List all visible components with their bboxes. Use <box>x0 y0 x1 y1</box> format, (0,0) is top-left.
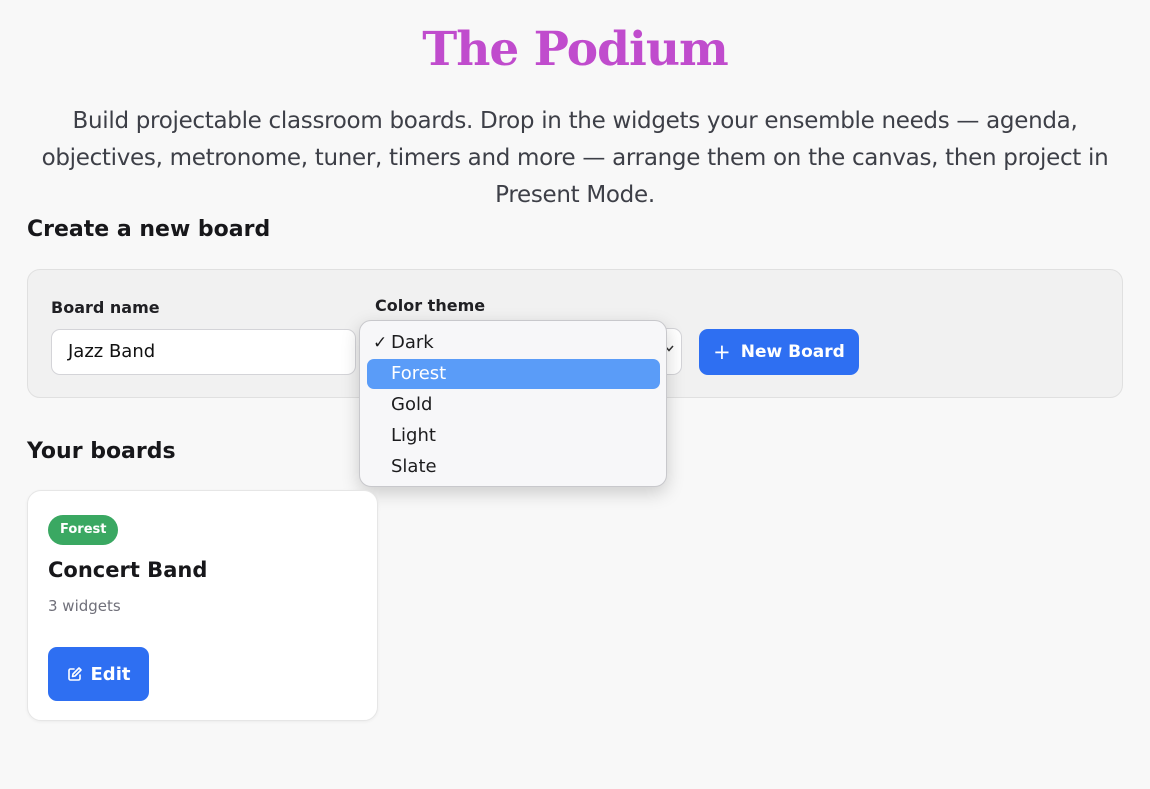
theme-option-label: Dark <box>391 332 434 353</box>
theme-option-label: Forest <box>391 363 447 384</box>
app-title: The Podium <box>422 22 728 77</box>
board-name-label: Board name <box>51 298 160 317</box>
color-theme-label: Color theme <box>375 296 486 315</box>
plus-icon: + <box>713 339 731 364</box>
edit-board-button[interactable]: Edit <box>48 647 149 701</box>
theme-option-forest[interactable]: Forest <box>367 359 660 389</box>
color-theme-dropdown: ✓ Dark Forest Gold Light Slate <box>359 320 667 487</box>
board-name-input[interactable]: Jazz Band <box>51 329 356 375</box>
app-description: Build projectable classroom boards. Drop… <box>41 108 1109 208</box>
theme-badge: Forest <box>48 515 119 545</box>
theme-option-light[interactable]: Light <box>367 421 660 451</box>
theme-option-slate[interactable]: Slate <box>367 452 660 482</box>
widget-count: 3 widgets <box>48 597 121 615</box>
new-board-button-label: New Board <box>740 342 845 362</box>
checkmark-icon: ✓ <box>373 333 388 353</box>
create-board-heading: Create a new board <box>27 217 271 242</box>
theme-option-dark[interactable]: ✓ Dark <box>367 328 660 358</box>
board-title: Concert Band <box>48 558 208 582</box>
edit-button-label: Edit <box>90 663 131 685</box>
edit-icon <box>67 667 82 681</box>
theme-option-label: Gold <box>391 394 433 415</box>
new-board-button[interactable]: + New Board <box>699 329 859 375</box>
theme-option-label: Slate <box>391 456 437 477</box>
theme-option-label: Light <box>391 425 436 446</box>
theme-option-gold[interactable]: Gold <box>367 390 660 420</box>
your-boards-heading: Your boards <box>27 439 176 464</box>
